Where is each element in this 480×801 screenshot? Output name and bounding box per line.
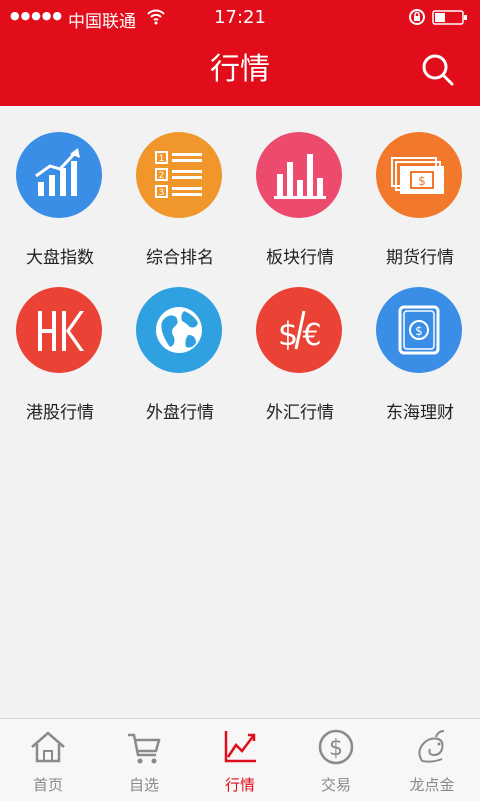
tab-label: 自选 bbox=[128, 776, 159, 794]
cart-icon bbox=[128, 733, 161, 764]
battery-icon bbox=[432, 10, 467, 25]
top-bar: ●●●●● 中国联通 17:21 行情 bbox=[0, 0, 480, 106]
search-icon[interactable] bbox=[418, 50, 458, 90]
svg-text:1: 1 bbox=[159, 154, 165, 164]
bar-chart-icon bbox=[256, 132, 342, 218]
page-title: 行情 bbox=[210, 52, 270, 87]
tab-trade[interactable]: $ 交易 bbox=[288, 719, 384, 801]
tab-label: 龙点金 bbox=[409, 776, 455, 794]
trend-icon bbox=[224, 731, 256, 763]
home-icon bbox=[31, 731, 65, 763]
tab-home[interactable]: 首页 bbox=[0, 719, 96, 801]
tile-label: 东海理财 bbox=[386, 403, 454, 423]
tab-watchlist[interactable]: 自选 bbox=[96, 719, 192, 801]
tab-label: 交易 bbox=[320, 776, 351, 794]
dollar-euro-icon: $ € bbox=[256, 287, 342, 373]
ranking-list-icon: 1 2 3 bbox=[136, 132, 222, 218]
status-bar: ●●●●● 中国联通 17:21 bbox=[0, 0, 480, 36]
tile-forex[interactable]: $ € 外汇行情 bbox=[240, 261, 360, 423]
tile-futures[interactable]: $ 期货行情 bbox=[360, 106, 480, 268]
tab-label: 首页 bbox=[32, 776, 63, 794]
dragon-icon bbox=[418, 730, 445, 763]
dollar-circle-icon: $ bbox=[318, 729, 354, 765]
wallet-coin-icon: $ bbox=[376, 287, 462, 373]
tab-market[interactable]: 行情 bbox=[192, 719, 288, 801]
tab-label: 行情 bbox=[224, 776, 255, 794]
tab-dragon-gold[interactable]: 龙点金 bbox=[384, 719, 480, 801]
tile-label: 港股行情 bbox=[26, 403, 94, 423]
svg-text:$: $ bbox=[329, 736, 343, 761]
svg-text:$: $ bbox=[415, 324, 423, 338]
hk-text-icon bbox=[16, 287, 102, 373]
tile-sector[interactable]: 板块行情 bbox=[240, 106, 360, 268]
svg-text:$: $ bbox=[418, 174, 426, 188]
chart-up-icon bbox=[16, 132, 102, 218]
tile-wealth[interactable]: $ 东海理财 bbox=[360, 261, 480, 423]
svg-text:3: 3 bbox=[159, 188, 165, 198]
tile-label: 外汇行情 bbox=[266, 403, 334, 423]
tile-market-index[interactable]: 大盘指数 bbox=[0, 106, 120, 268]
tile-hk-stocks[interactable]: 港股行情 bbox=[0, 261, 120, 423]
tile-ranking[interactable]: 1 2 3 综合排名 bbox=[120, 106, 240, 268]
bottom-tab-bar: 首页 自选 行情 $ 交易 龙点金 bbox=[0, 718, 480, 801]
svg-text:€: € bbox=[302, 318, 321, 353]
tile-label: 外盘行情 bbox=[146, 403, 214, 423]
globe-icon bbox=[136, 287, 222, 373]
money-bills-icon: $ bbox=[376, 132, 462, 218]
rotation-lock-icon bbox=[409, 9, 425, 25]
tile-foreign-markets[interactable]: 外盘行情 bbox=[120, 261, 240, 423]
svg-text:2: 2 bbox=[159, 171, 165, 181]
